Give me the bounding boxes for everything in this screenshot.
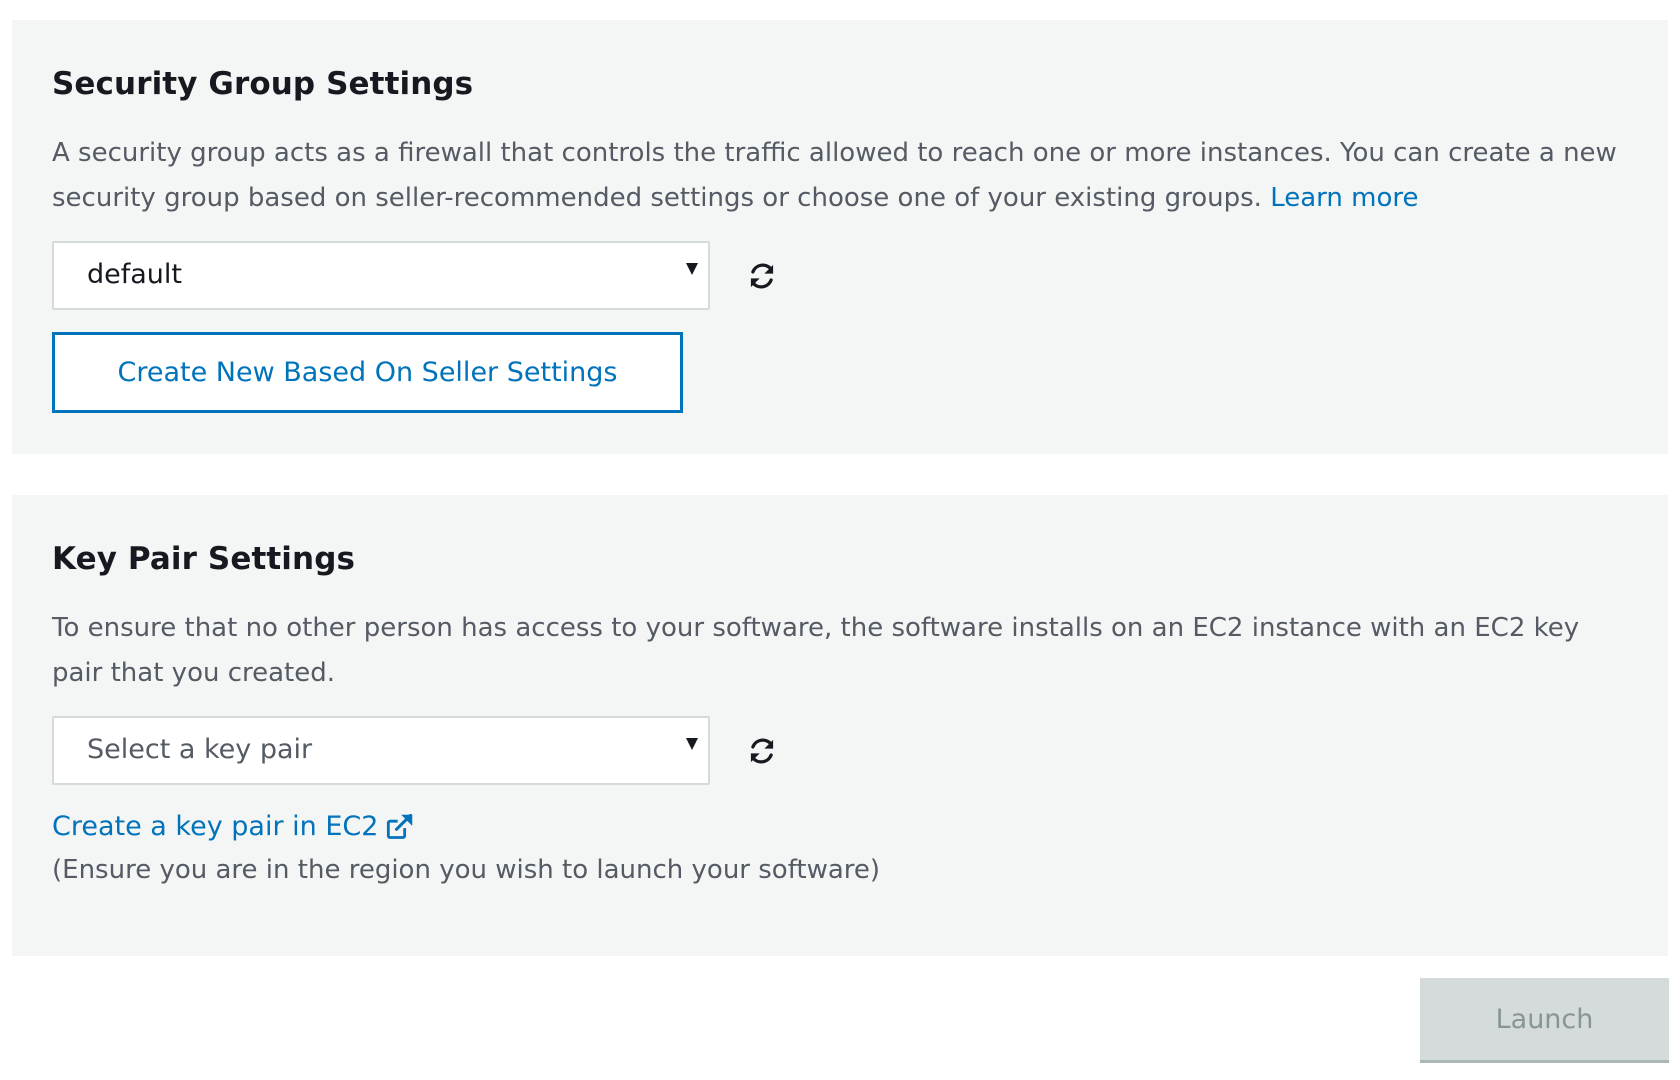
refresh-icon[interactable] xyxy=(742,731,782,771)
launch-settings-page: Security Group Settings A security group… xyxy=(0,0,1680,1080)
chevron-down-icon xyxy=(686,263,698,275)
key-pair-select-placeholder: Select a key pair xyxy=(87,734,313,765)
key-pair-panel: Key Pair Settings To ensure that no othe… xyxy=(12,495,1668,956)
security-group-title: Security Group Settings xyxy=(52,66,474,102)
external-link-icon xyxy=(386,814,414,840)
learn-more-link[interactable]: Learn more xyxy=(1270,183,1418,213)
key-pair-select[interactable]: Select a key pair xyxy=(52,716,710,785)
refresh-icon[interactable] xyxy=(742,256,782,296)
chevron-down-icon xyxy=(686,738,698,750)
launch-button[interactable]: Launch xyxy=(1420,978,1669,1063)
security-group-description: A security group acts as a firewall that… xyxy=(52,131,1632,221)
key-pair-description: To ensure that no other person has acces… xyxy=(52,613,1580,688)
security-group-select[interactable]: default xyxy=(52,241,710,310)
security-group-select-value: default xyxy=(87,259,183,290)
create-new-security-group-button[interactable]: Create New Based On Seller Settings xyxy=(52,332,683,413)
key-pair-title: Key Pair Settings xyxy=(52,541,356,577)
create-key-pair-link[interactable]: Create a key pair in EC2 xyxy=(52,807,414,847)
create-key-pair-link-label: Create a key pair in EC2 xyxy=(52,811,379,842)
region-note: (Ensure you are in the region you wish t… xyxy=(52,855,881,885)
security-group-panel: Security Group Settings A security group… xyxy=(12,20,1668,454)
